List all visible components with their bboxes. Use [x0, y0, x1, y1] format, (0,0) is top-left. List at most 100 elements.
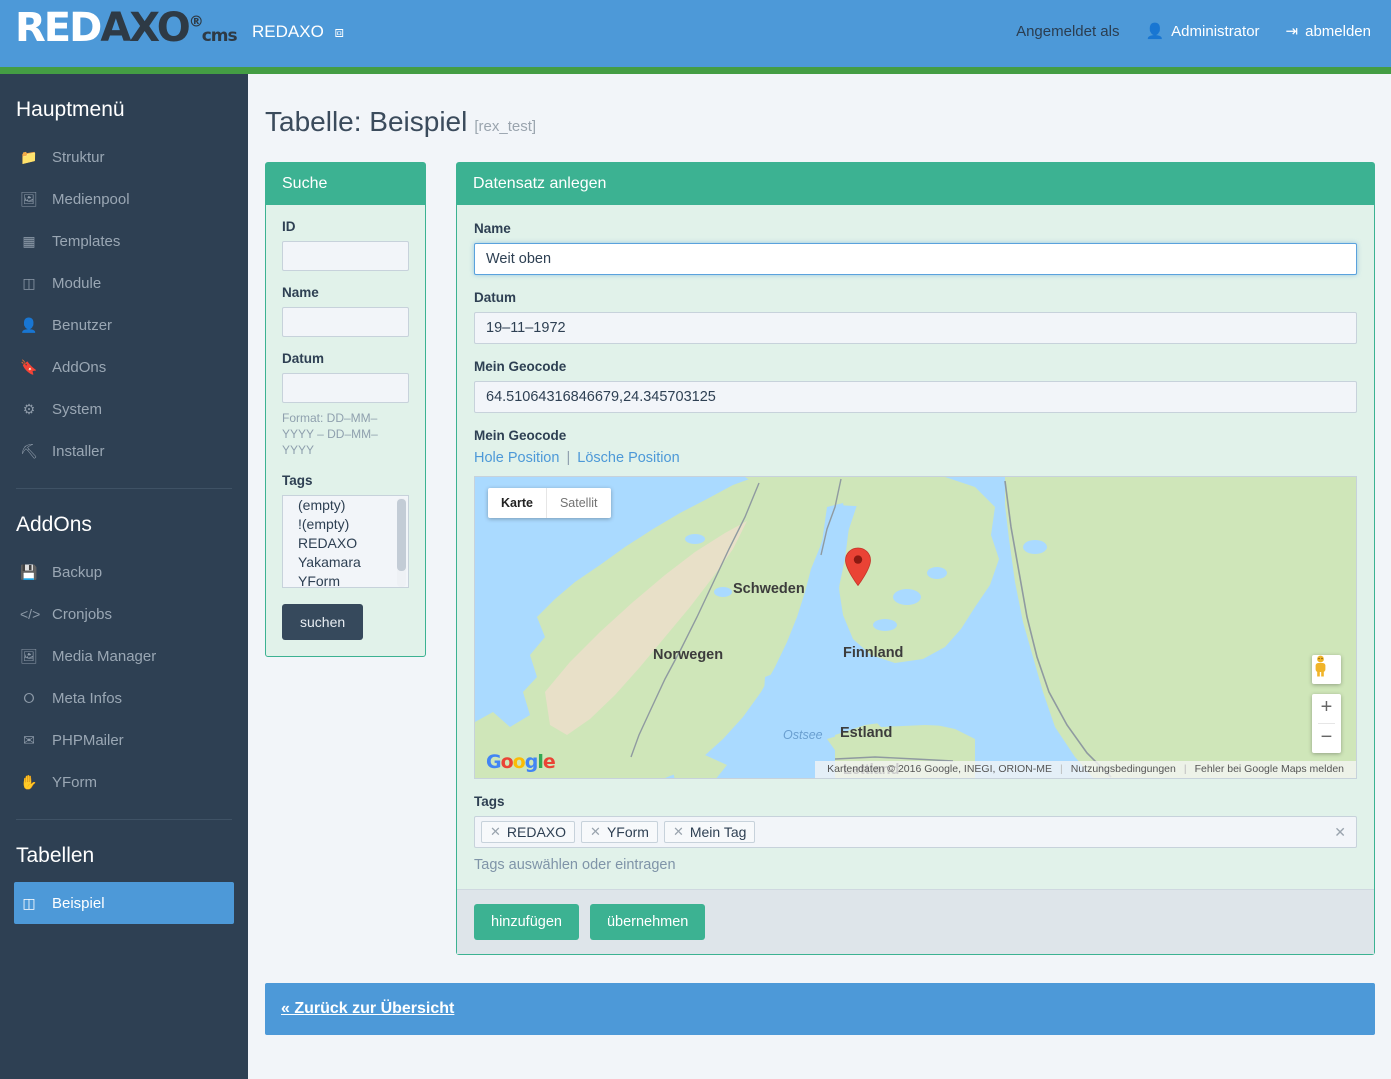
brand-site-link[interactable]: REDAXO ⧈ — [252, 22, 344, 42]
map-type-karte-button[interactable]: Karte — [488, 488, 546, 518]
logout-link[interactable]: ⇥ abmelden — [1285, 22, 1371, 41]
list-item[interactable]: YForm — [283, 572, 408, 587]
sidebar-item-templates[interactable]: ▦ Templates — [0, 220, 248, 262]
pegman-icon[interactable] — [1312, 655, 1341, 684]
wrench-icon: ⛏ — [20, 442, 38, 459]
search-id-input[interactable] — [282, 241, 409, 271]
registered-mark-icon: ® — [188, 12, 204, 31]
tag-chip[interactable]: ✕ Mein Tag — [663, 821, 756, 843]
sidebar-item-module[interactable]: ◫ Module — [0, 262, 248, 304]
map-zoom-controls[interactable]: + − — [1312, 694, 1341, 753]
apply-button[interactable]: übernehmen — [589, 904, 706, 940]
top-header: REDAXO®cms REDAXO ⧈ Angemeldet als 👤 Adm… — [0, 0, 1391, 67]
sidebar-item-label: Beispiel — [52, 894, 105, 912]
logo-red-text: RED — [15, 5, 102, 51]
sidebar-item-addons[interactable]: 🔖 AddOns — [0, 346, 248, 388]
sidebar-item-system[interactable]: ⚙ System — [0, 388, 248, 430]
sidebar-item-label: Struktur — [52, 148, 105, 166]
map-type-satellit-button[interactable]: Satellit — [545, 488, 611, 518]
database-icon: ◫ — [22, 894, 36, 911]
link-separator: | — [566, 450, 571, 466]
sidebar-item-label: Medienpool — [52, 190, 130, 208]
map-label-estland: Estland — [840, 725, 892, 741]
list-item[interactable]: REDAXO — [283, 534, 408, 553]
sidebar-item-label: Cronjobs — [52, 605, 113, 623]
external-link-icon: ⧈ — [334, 24, 345, 41]
sidebar-item-struktur[interactable]: 📁 Struktur — [0, 136, 248, 178]
sidebar: Hauptmenü 📁 Struktur 🖼 Medienpool ▦ Temp… — [0, 74, 248, 1079]
sidebar-item-installer[interactable]: ⛏ Installer — [0, 430, 248, 472]
search-submit-button[interactable]: suchen — [282, 603, 364, 640]
sidebar-item-label: Media Manager — [52, 647, 157, 665]
search-panel-heading: Suche — [266, 163, 425, 205]
hdd-icon: 💾 — [20, 563, 38, 580]
record-geocode-input[interactable] — [474, 381, 1357, 413]
map-canvas: Norwegen Schweden Finnland Ostsee Estlan… — [475, 477, 1356, 778]
record-date-input[interactable] — [474, 312, 1357, 344]
google-logo: Google — [486, 751, 556, 773]
remove-tag-icon[interactable]: ✕ — [590, 824, 601, 840]
tags-hint: Tags auswählen oder eintragen — [474, 857, 676, 873]
search-name-input[interactable] — [282, 307, 409, 337]
clear-icon[interactable]: ✕ — [1334, 824, 1346, 841]
list-item[interactable]: !(empty) — [283, 515, 408, 534]
tags-input[interactable]: ✕ REDAXO ✕ YForm ✕ Mein Tag ✕ — [474, 816, 1357, 848]
search-panel-body: ID Name Datum Format: DD–MM–YYYY – DD–MM… — [266, 205, 425, 656]
back-to-overview-link[interactable]: « Zurück zur Übersicht — [281, 1000, 454, 1017]
search-tags-label: Tags — [282, 472, 313, 488]
sidebar-item-phpmailer[interactable]: ✉ PHPMailer — [0, 719, 248, 761]
tag-chip-label: YForm — [606, 824, 649, 840]
delete-position-link[interactable]: Lösche Position — [577, 450, 679, 466]
header-user-area: Angemeldet als 👤 Administrator ⇥ abmelde… — [1016, 22, 1371, 41]
logout-label: abmelden — [1305, 22, 1371, 40]
record-panel: Datensatz anlegen Name Datum Mein Geocod… — [456, 162, 1375, 955]
map-label-finnland: Finnland — [843, 645, 903, 661]
remove-tag-icon[interactable]: ✕ — [490, 824, 501, 840]
sidebar-item-meta-infos[interactable]: ⭘ Meta Infos — [0, 677, 248, 719]
map-type-switcher[interactable]: Karte Satellit — [488, 488, 611, 518]
sidebar-item-media-manager[interactable]: 🖼 Media Manager — [0, 635, 248, 677]
tag-icon: ⭘ — [23, 689, 35, 706]
brand-site-label: REDAXO — [252, 22, 324, 41]
user-profile-link[interactable]: 👤 Administrator — [1145, 22, 1259, 41]
header-accent-strip — [0, 67, 1391, 74]
search-date-format-hint: Format: DD–MM–YYYY – DD–MM–YYYY — [282, 411, 378, 458]
listbox-scrollbar-thumb[interactable] — [397, 498, 406, 571]
sidebar-item-backup[interactable]: 💾 Backup — [0, 551, 248, 593]
google-logo-o1: o — [500, 751, 514, 773]
record-name-input[interactable] — [474, 243, 1357, 275]
envelope-icon: ✉ — [23, 731, 35, 748]
tag-chip[interactable]: ✕ REDAXO — [481, 821, 576, 843]
tag-chip[interactable]: ✕ YForm — [581, 821, 658, 843]
search-date-label: Datum — [282, 351, 325, 366]
sidebar-item-medienpool[interactable]: 🖼 Medienpool — [0, 178, 248, 220]
page-title-table-name: [rex_test] — [474, 118, 537, 135]
map-report-link[interactable]: Fehler bei Google Maps melden — [1195, 763, 1344, 775]
google-map[interactable]: Norwegen Schweden Finnland Ostsee Estlan… — [474, 476, 1357, 779]
sidebar-item-label: Backup — [52, 563, 103, 581]
add-button[interactable]: hinzufügen — [474, 904, 579, 940]
record-name-label: Name — [474, 221, 511, 236]
search-date-input[interactable] — [282, 373, 409, 403]
sidebar-item-cronjobs[interactable]: </> Cronjobs — [0, 593, 248, 635]
remove-tag-icon[interactable]: ✕ — [673, 824, 684, 840]
list-item[interactable]: Yakamara — [283, 553, 408, 572]
google-logo-g1: G — [486, 751, 502, 773]
list-item[interactable]: (empty) — [283, 496, 408, 515]
sidebar-item-label: Module — [52, 274, 102, 292]
sidebar-item-label: Benutzer — [52, 316, 113, 334]
map-terms-link[interactable]: Nutzungsbedingungen — [1071, 763, 1176, 775]
search-tags-listbox[interactable]: (empty) !(empty) REDAXO Yakamara YForm Y… — [282, 494, 409, 588]
record-panel-body: Name Datum Mein Geocode Mein Geocode Hol… — [457, 205, 1374, 873]
record-map-label: Mein Geocode — [474, 428, 567, 443]
redaxo-logo: REDAXO®cms — [15, 5, 238, 51]
sidebar-item-benutzer[interactable]: 👤 Benutzer — [0, 304, 248, 346]
get-position-link[interactable]: Hole Position — [474, 450, 559, 466]
sidebar-item-yform[interactable]: ✋ YForm — [0, 761, 248, 803]
map-label-ostsee: Ostsee — [783, 728, 823, 742]
logout-icon: ⇥ — [1285, 23, 1299, 40]
sidebar-item-label: System — [52, 400, 103, 418]
zoom-in-button[interactable]: + — [1312, 694, 1341, 723]
zoom-out-button[interactable]: − — [1312, 724, 1341, 753]
sidebar-item-beispiel[interactable]: ◫ Beispiel — [14, 882, 234, 924]
